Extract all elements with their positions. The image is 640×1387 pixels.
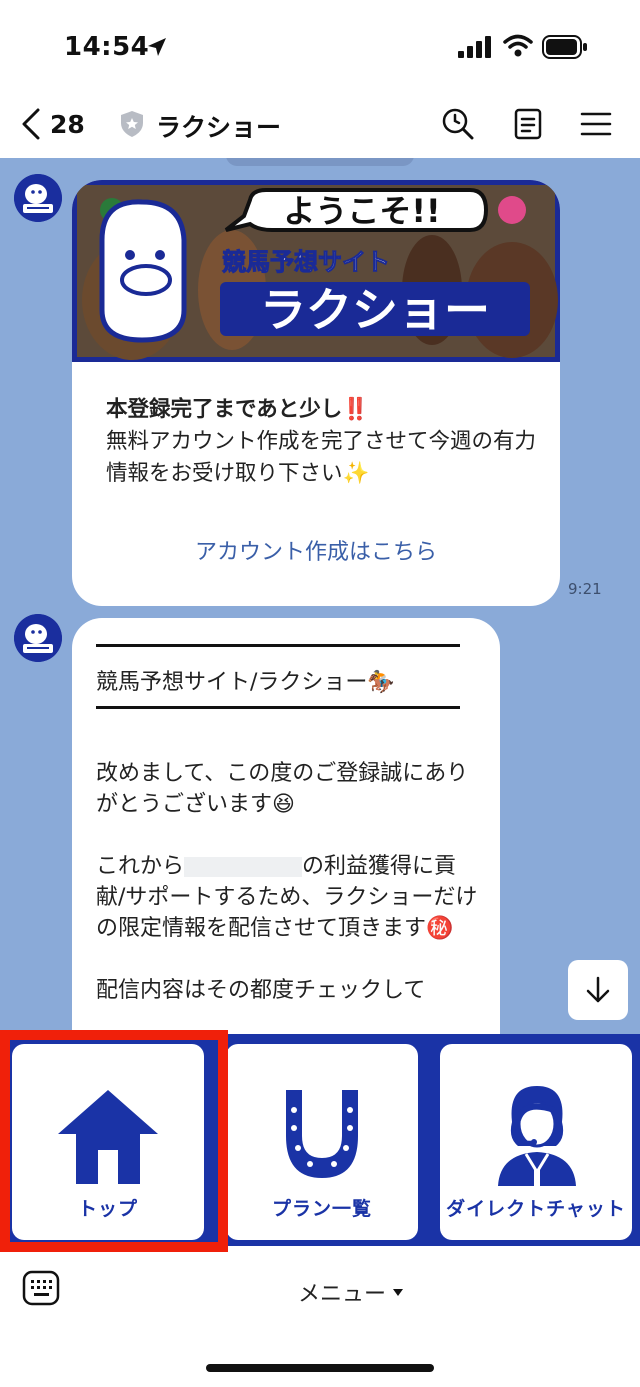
- chevron-left-icon: [22, 108, 40, 140]
- support-operator-icon: [498, 1086, 576, 1186]
- home-indicator: [206, 1364, 434, 1372]
- verified-shield-icon: [121, 111, 143, 137]
- horseshoe-icon: [286, 1090, 358, 1178]
- rich-menu-toggle[interactable]: メニュー: [298, 1276, 404, 1308]
- caret-down-icon: [393, 1289, 404, 1296]
- rich-menu-direct-chat-button[interactable]: ダイレクトチャット: [440, 1044, 632, 1240]
- back-button[interactable]: 28: [18, 104, 85, 144]
- paragraph-prefix: これから: [96, 854, 185, 879]
- message-body: 無料アカウント作成を完了させて今週の有力情報をお受け取り下さい✨: [106, 429, 537, 486]
- bottom-bar: メニュー: [0, 1252, 640, 1387]
- message-body: 改めまして、この度のご登録誠にありがとうございます😆 これから の利益獲得に貢献/…: [96, 758, 480, 1034]
- wifi-icon: [503, 34, 533, 57]
- cellular-signal-icon: [458, 36, 491, 58]
- message-paragraph: 改めまして、この度のご登録誠にありがとうございます😆: [96, 761, 469, 817]
- rich-menu-plans-button[interactable]: プラン一覧: [226, 1044, 418, 1240]
- battery-icon: [542, 35, 587, 59]
- message-timestamp: 9:21: [568, 580, 602, 598]
- horse-mascot-avatar-icon: [14, 174, 62, 222]
- horse-mascot-avatar-icon: [14, 614, 62, 662]
- notes-icon[interactable]: [510, 106, 546, 142]
- arrow-down-icon: [586, 976, 610, 1003]
- avatar[interactable]: [14, 174, 62, 222]
- welcome-banner-image: ようこそ!! 競馬予想サイト ラクショー: [72, 180, 560, 362]
- redacted-text: [184, 857, 303, 877]
- banner-logo: ラクショー: [260, 283, 490, 337]
- avatar[interactable]: [14, 614, 62, 662]
- rich-menu-label: ダイレクトチャット: [446, 1198, 626, 1220]
- keyboard-icon[interactable]: [22, 1270, 60, 1306]
- chat-title: ラクショー: [156, 113, 282, 142]
- scroll-to-bottom-button[interactable]: [568, 960, 628, 1020]
- unread-count: 28: [50, 109, 85, 139]
- banner-greeting: ようこそ!!: [283, 192, 440, 230]
- message-paragraph: これから の利益獲得に貢献/サポートするため、ラクショーだけの限定情報を配信させて…: [96, 851, 480, 944]
- message-text: 本登録完了まであと少し‼️ 無料アカウント作成を完了させて今週の有力情報をお受け…: [106, 394, 546, 490]
- rich-menu-label: プラン一覧: [271, 1198, 372, 1220]
- intro-message-bubble: 競馬予想サイト/ラクショー🏇 改めまして、この度のご登録誠にありがとうございます…: [72, 618, 500, 1034]
- status-time: 14:54: [64, 32, 150, 62]
- menu-toggle-label: メニュー: [298, 1282, 387, 1307]
- create-account-link[interactable]: アカウント作成はこちら: [72, 534, 560, 566]
- message-heading: 本登録完了まであと少し‼️: [106, 397, 370, 422]
- welcome-message-card: ようこそ!! 競馬予想サイト ラクショー 本登録完了まであと少し‼️ 無料アカウ…: [72, 180, 560, 606]
- message-title: 競馬予想サイト/ラクショー🏇: [96, 670, 395, 695]
- highlight-box: [0, 1030, 228, 1252]
- chat-header: 28 ラクショー: [0, 92, 640, 158]
- divider: [96, 706, 460, 709]
- location-arrow-icon: [148, 38, 166, 56]
- banner-subtitle: 競馬予想サイト: [222, 248, 390, 276]
- message-paragraph: 配信内容はその都度チェックして: [96, 978, 426, 1003]
- status-bar: 14:54: [0, 0, 640, 92]
- hamburger-menu-icon[interactable]: [578, 106, 614, 142]
- divider: [96, 644, 460, 647]
- date-pill: [226, 158, 414, 166]
- chat-area[interactable]: ようこそ!! 競馬予想サイト ラクショー 本登録完了まであと少し‼️ 無料アカウ…: [0, 158, 640, 1034]
- search-icon[interactable]: [440, 106, 476, 142]
